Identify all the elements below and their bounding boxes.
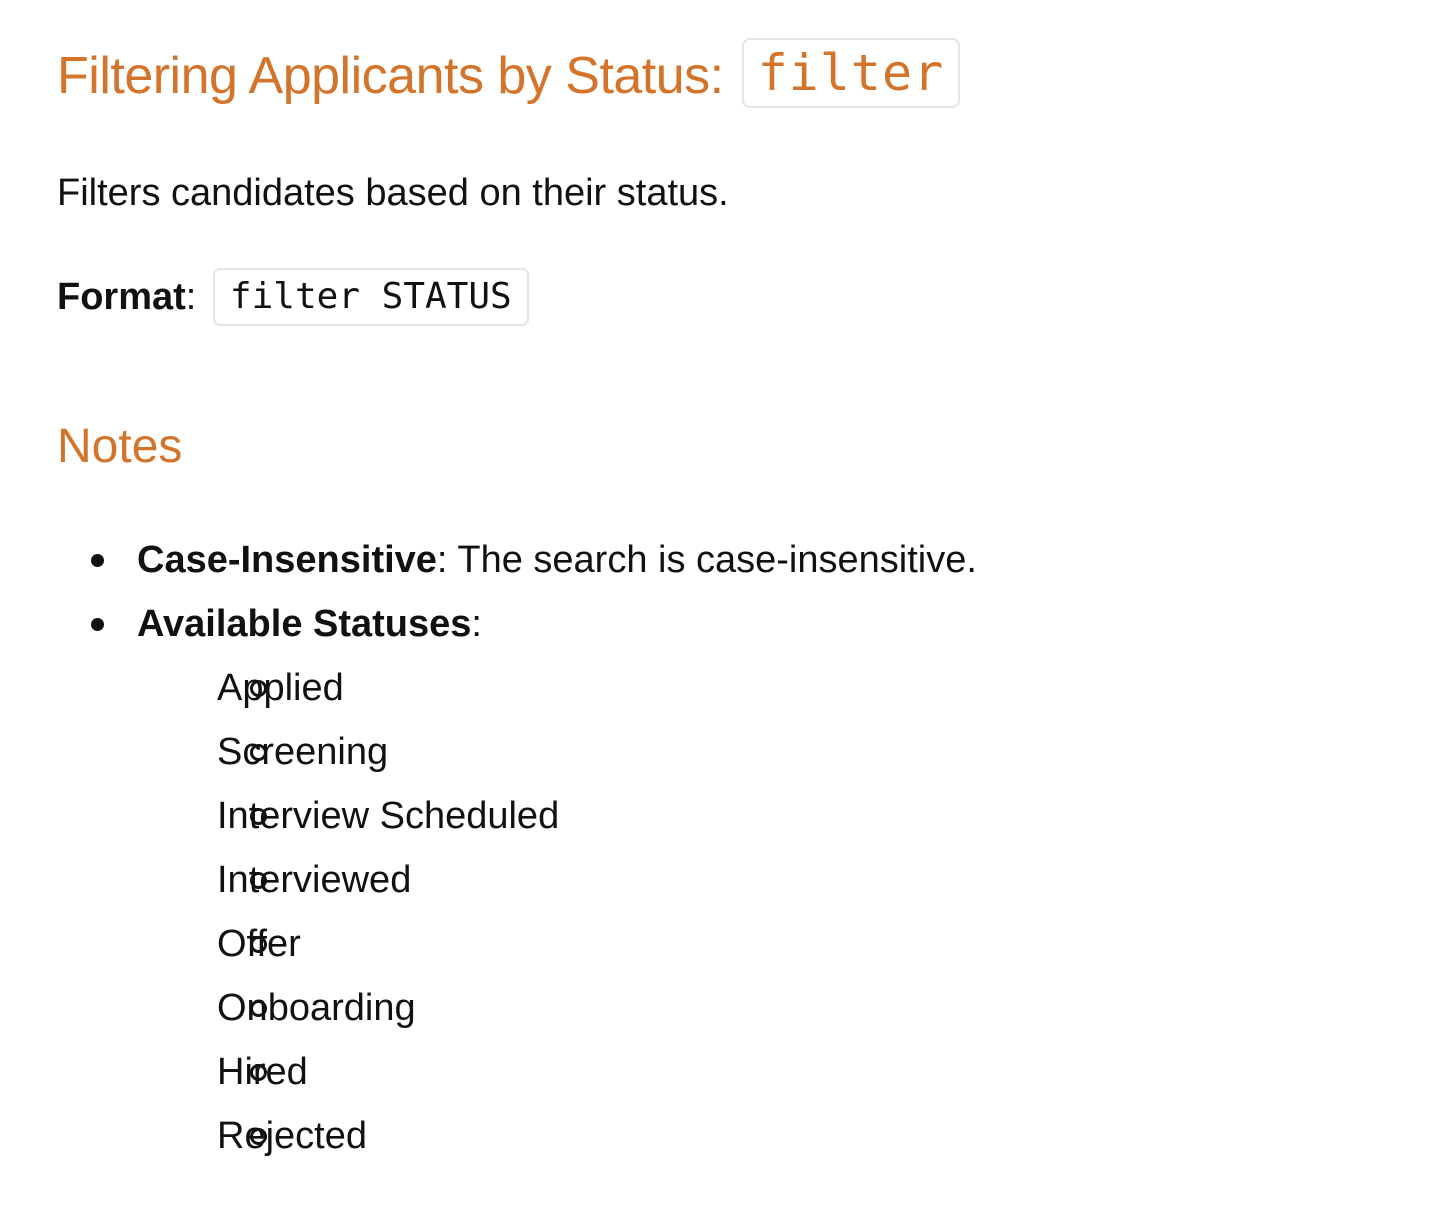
- status-item: Hired: [137, 1040, 977, 1104]
- circle-bullet-icon: [250, 936, 267, 953]
- status-item: Onboarding: [137, 976, 977, 1040]
- list-item-text: The search is case-insensitive.: [447, 539, 977, 581]
- status-item: Applied: [137, 656, 977, 720]
- list-item-label: Case-Insensitive: [137, 539, 437, 581]
- list-item-case-insensitive: Case-Insensitive: The search is case-ins…: [57, 528, 977, 592]
- status-label: Onboarding: [217, 987, 416, 1029]
- bullet-icon: [91, 618, 104, 631]
- format-label: Format: [57, 276, 186, 318]
- status-item: Interviewed: [137, 848, 977, 912]
- circle-bullet-icon: [250, 872, 267, 889]
- format-separator: :: [185, 276, 197, 318]
- page-title: Filtering Applicants by Status: filter: [57, 38, 961, 114]
- status-label: Screening: [217, 731, 389, 773]
- circle-bullet-icon: [250, 1000, 267, 1017]
- format-code: filter STATUS: [212, 268, 529, 326]
- list-item-label: Available Statuses: [137, 603, 472, 645]
- circle-bullet-icon: [250, 1064, 267, 1081]
- circle-bullet-icon: [250, 1128, 267, 1145]
- description: Filters candidates based on their status…: [57, 172, 729, 214]
- status-item: Offer: [137, 912, 977, 976]
- page-title-code: filter: [741, 38, 961, 108]
- list-item-separator: :: [471, 603, 482, 645]
- status-list: Applied Screening Interview Scheduled In…: [137, 656, 977, 1168]
- status-item: Rejected: [137, 1104, 977, 1168]
- circle-bullet-icon: [250, 744, 267, 761]
- status-label: Interviewed: [217, 859, 412, 901]
- notes-heading: Notes: [57, 420, 183, 473]
- circle-bullet-icon: [250, 808, 267, 825]
- bullet-icon: [91, 554, 104, 567]
- page-title-text: Filtering Applicants by Status:: [57, 47, 724, 105]
- status-item: Interview Scheduled: [137, 784, 977, 848]
- list-item-separator: :: [436, 539, 448, 581]
- list-item-available-statuses: Available Statuses: Applied Screening In…: [57, 592, 977, 1168]
- notes-list: Case-Insensitive: The search is case-ins…: [57, 528, 977, 1168]
- status-label: Rejected: [217, 1115, 367, 1157]
- status-label: Interview Scheduled: [217, 795, 560, 837]
- format-line: Format: filter STATUS: [57, 268, 529, 326]
- status-item: Screening: [137, 720, 977, 784]
- status-label: Applied: [217, 667, 344, 709]
- circle-bullet-icon: [250, 680, 267, 697]
